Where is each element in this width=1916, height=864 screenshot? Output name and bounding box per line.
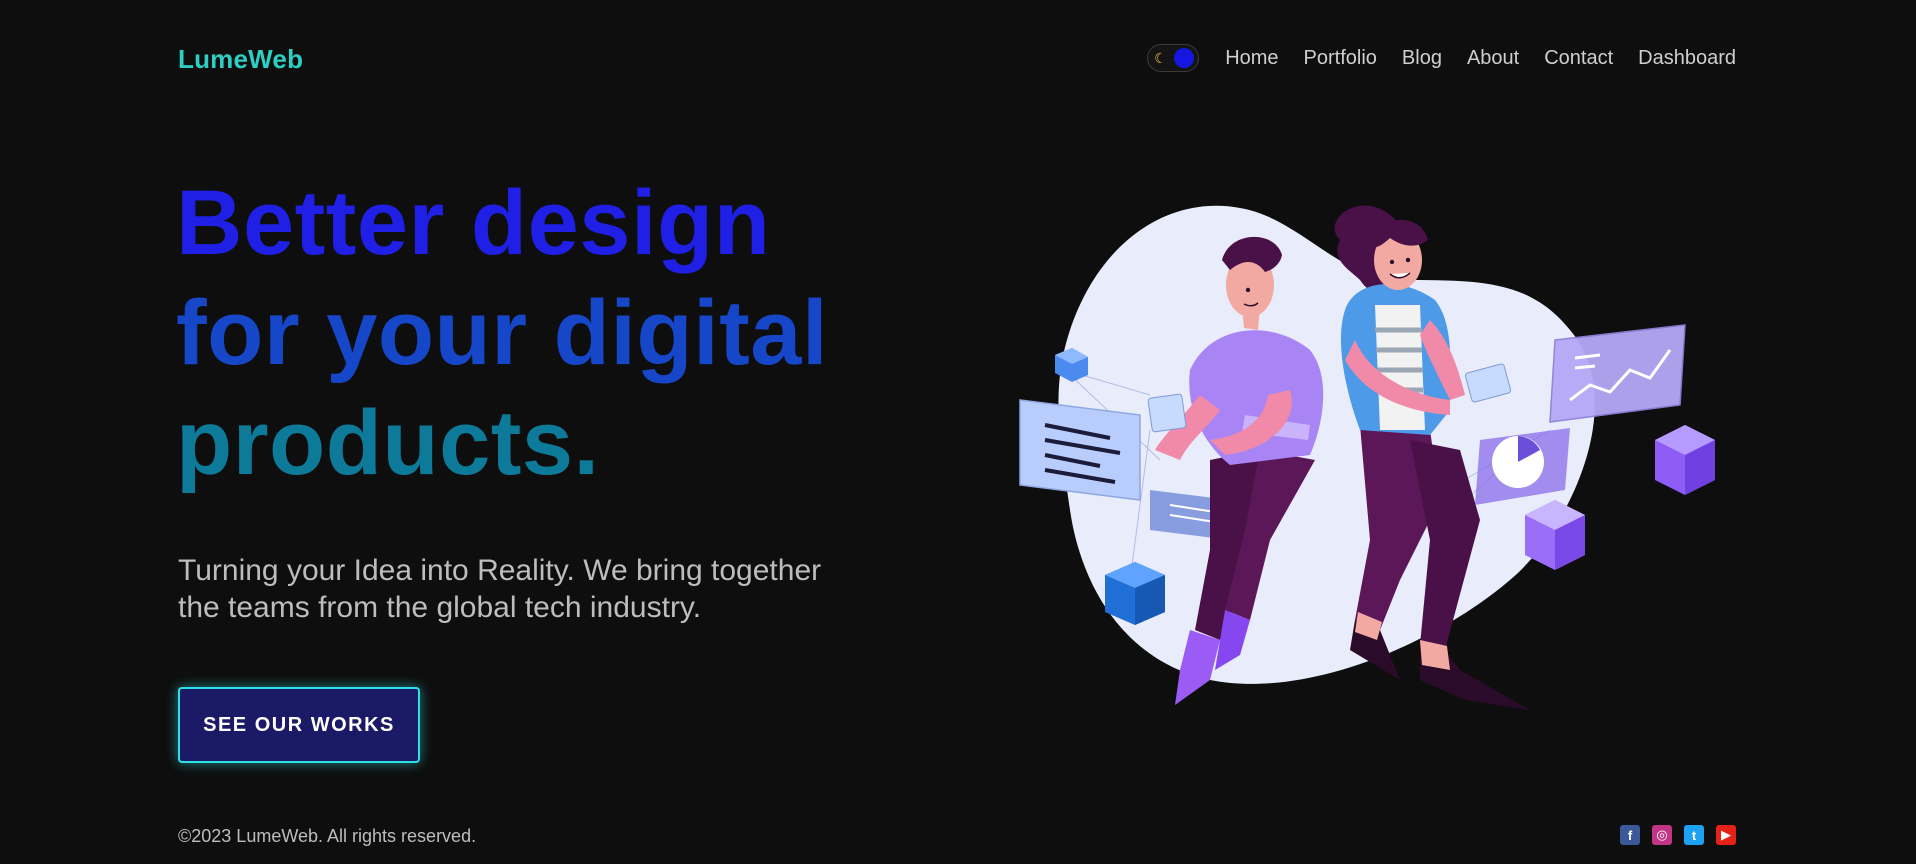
headline-line-2: for your digital — [176, 282, 828, 384]
instagram-icon[interactable]: ◎ — [1652, 825, 1672, 845]
nav-portfolio[interactable]: Portfolio — [1304, 47, 1377, 70]
youtube-icon[interactable]: ▶ — [1716, 825, 1736, 845]
facebook-icon[interactable]: f — [1620, 825, 1640, 845]
hero-subtitle: Turning your Idea into Reality. We bring… — [178, 552, 898, 626]
subtitle-line-2: the teams from the global tech industry. — [178, 591, 702, 624]
right-chart-panel — [1549, 324, 1686, 423]
nav-home[interactable]: Home — [1225, 47, 1278, 70]
nav-contact[interactable]: Contact — [1544, 47, 1613, 70]
headline-line-1: Better design — [176, 172, 771, 274]
subtitle-line-1: Turning your Idea into Reality. We bring… — [178, 554, 822, 587]
nav-blog[interactable]: Blog — [1402, 47, 1442, 70]
nav-dashboard[interactable]: Dashboard — [1638, 47, 1736, 70]
see-our-works-button[interactable]: SEE OUR WORKS — [178, 687, 420, 763]
nav-about[interactable]: About — [1467, 47, 1519, 70]
moon-icon: ☾ — [1154, 50, 1167, 66]
social-links: f ◎ t ▶ — [1620, 825, 1736, 845]
twitter-icon[interactable]: t — [1684, 825, 1704, 845]
hero-illustration — [1019, 205, 1715, 710]
logo[interactable]: LumeWeb — [178, 44, 303, 75]
toggle-knob — [1174, 48, 1195, 68]
hero-headline: Better design for your digital products. — [176, 168, 828, 498]
left-chat-panel — [1019, 399, 1141, 501]
page: LumeWeb ☾ Home Portfolio Blog About Cont… — [0, 0, 1916, 864]
headline-line-3: products. — [176, 392, 600, 494]
theme-toggle[interactable]: ☾ — [1147, 44, 1200, 72]
main-nav: ☾ Home Portfolio Blog About Contact Dash… — [1147, 44, 1736, 72]
copyright-text: ©2023 LumeWeb. All rights reserved. — [178, 826, 477, 846]
